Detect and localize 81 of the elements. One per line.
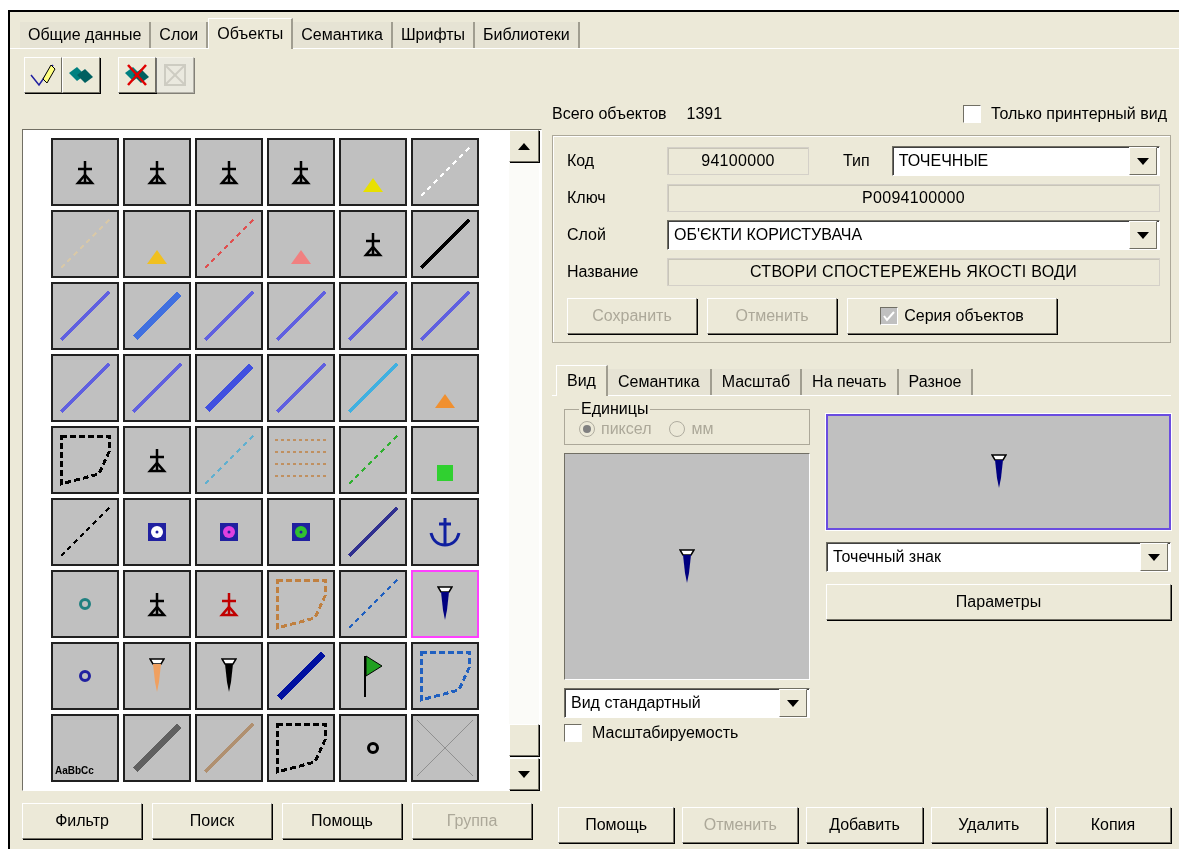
field-label: Код bbox=[567, 152, 596, 170]
button[interactable]: Копия bbox=[1054, 807, 1171, 843]
button[interactable]: Фильтр bbox=[22, 803, 142, 839]
caret-icon bbox=[518, 142, 530, 150]
name-field: СТВОРИ СПОСТЕРЕЖЕНЬ ЯКОСТІ ВОДИ bbox=[667, 258, 1160, 286]
radio-label: пиксел bbox=[601, 420, 652, 438]
checkbox[interactable] bbox=[564, 724, 582, 742]
toolbar-button[interactable] bbox=[24, 57, 62, 93]
checkbox[interactable] bbox=[962, 105, 981, 123]
toolbar-button[interactable] bbox=[62, 57, 100, 93]
symbol-cell[interactable] bbox=[339, 714, 407, 782]
symbol-cell[interactable] bbox=[267, 138, 335, 206]
series-toggle[interactable]: Серия объектов bbox=[847, 298, 1057, 334]
button[interactable]: Помощь bbox=[558, 807, 675, 843]
symbol-cell[interactable] bbox=[195, 642, 263, 710]
layer-select[interactable]: ОБ'ЄКТИ КОРИСТУВАЧА bbox=[667, 220, 1160, 250]
caret-icon bbox=[1148, 553, 1160, 561]
total-label: Всего объектов bbox=[552, 105, 667, 123]
tab[interactable]: Масштаб bbox=[711, 369, 803, 395]
symbol-cell[interactable] bbox=[123, 138, 191, 206]
total-count: 1391 bbox=[686, 105, 723, 123]
symbol-cell[interactable] bbox=[195, 498, 263, 566]
parameters-button[interactable]: Параметры bbox=[826, 584, 1171, 620]
symbol-cell[interactable] bbox=[339, 138, 407, 206]
key-field: P0094100000 bbox=[667, 184, 1160, 212]
tab[interactable]: Слои bbox=[151, 22, 209, 48]
caret-icon bbox=[1137, 157, 1149, 165]
symbol-cell[interactable] bbox=[51, 138, 119, 206]
sample-text: AaBbCc bbox=[55, 765, 94, 776]
symbol-cell[interactable] bbox=[411, 498, 479, 566]
tab[interactable]: Разное bbox=[898, 369, 974, 395]
tab[interactable]: На печать bbox=[802, 369, 899, 395]
toolbar-button[interactable] bbox=[118, 57, 156, 93]
symbol-cell[interactable] bbox=[339, 210, 407, 278]
view-select[interactable]: Вид стандартный bbox=[564, 688, 810, 718]
caret-icon bbox=[787, 699, 799, 707]
field-label: Название bbox=[567, 263, 640, 281]
caret-icon bbox=[1137, 231, 1149, 239]
symbol-cell[interactable] bbox=[411, 426, 479, 494]
button[interactable]: Помощь bbox=[282, 803, 402, 839]
clear-icon bbox=[161, 61, 189, 89]
symbol-cell[interactable] bbox=[123, 210, 191, 278]
scrollbar-thumb[interactable] bbox=[509, 724, 539, 756]
symbol-cell[interactable] bbox=[123, 426, 191, 494]
field-label: Слой bbox=[567, 226, 607, 244]
symbol-cell[interactable] bbox=[51, 570, 119, 638]
tab[interactable]: Общие данные bbox=[20, 22, 152, 48]
scroll-up-button[interactable] bbox=[509, 130, 539, 162]
radio-label: мм bbox=[691, 420, 714, 438]
field-label: Тип bbox=[843, 152, 870, 170]
symbol-cell[interactable] bbox=[123, 642, 191, 710]
button[interactable]: Добавить bbox=[806, 807, 923, 843]
sign-type-select[interactable]: Точечный знак bbox=[826, 542, 1171, 572]
symbol-cell[interactable]: AaBbCc bbox=[51, 714, 119, 782]
scroll-down-button[interactable] bbox=[509, 758, 539, 790]
tab[interactable]: Вид bbox=[556, 365, 608, 396]
tab[interactable]: Библиотеки bbox=[475, 22, 580, 48]
button[interactable]: Удалить bbox=[930, 807, 1047, 843]
code-field: 94100000 bbox=[667, 147, 809, 175]
symbol-cell[interactable] bbox=[339, 642, 407, 710]
checkbox-label: Масштабируемость bbox=[592, 724, 739, 742]
symbol-cell[interactable] bbox=[267, 498, 335, 566]
button[interactable]: Поиск bbox=[152, 803, 272, 839]
tab[interactable]: Семантика bbox=[293, 22, 393, 48]
checkbox-label: Только принтерный вид bbox=[990, 105, 1167, 123]
symbol-cell[interactable] bbox=[123, 498, 191, 566]
field-label: Ключ bbox=[567, 189, 607, 207]
symbol-cell[interactable] bbox=[267, 210, 335, 278]
group-title: Единицы bbox=[580, 400, 650, 418]
symbol-cell[interactable] bbox=[123, 570, 191, 638]
symbol-cell[interactable] bbox=[411, 354, 479, 422]
tab[interactable]: Семантика bbox=[607, 369, 712, 395]
caret-icon bbox=[518, 770, 530, 778]
symbol-cell[interactable] bbox=[195, 570, 263, 638]
symbol-cell[interactable] bbox=[411, 570, 479, 638]
tab[interactable]: Объекты bbox=[208, 18, 294, 49]
tab[interactable]: Шрифты bbox=[392, 22, 476, 48]
type-select[interactable]: ТОЧЕЧНЫЕ bbox=[891, 146, 1160, 176]
symbol-cell[interactable] bbox=[195, 138, 263, 206]
check-icon bbox=[882, 310, 897, 322]
symbol-cell[interactable] bbox=[51, 642, 119, 710]
